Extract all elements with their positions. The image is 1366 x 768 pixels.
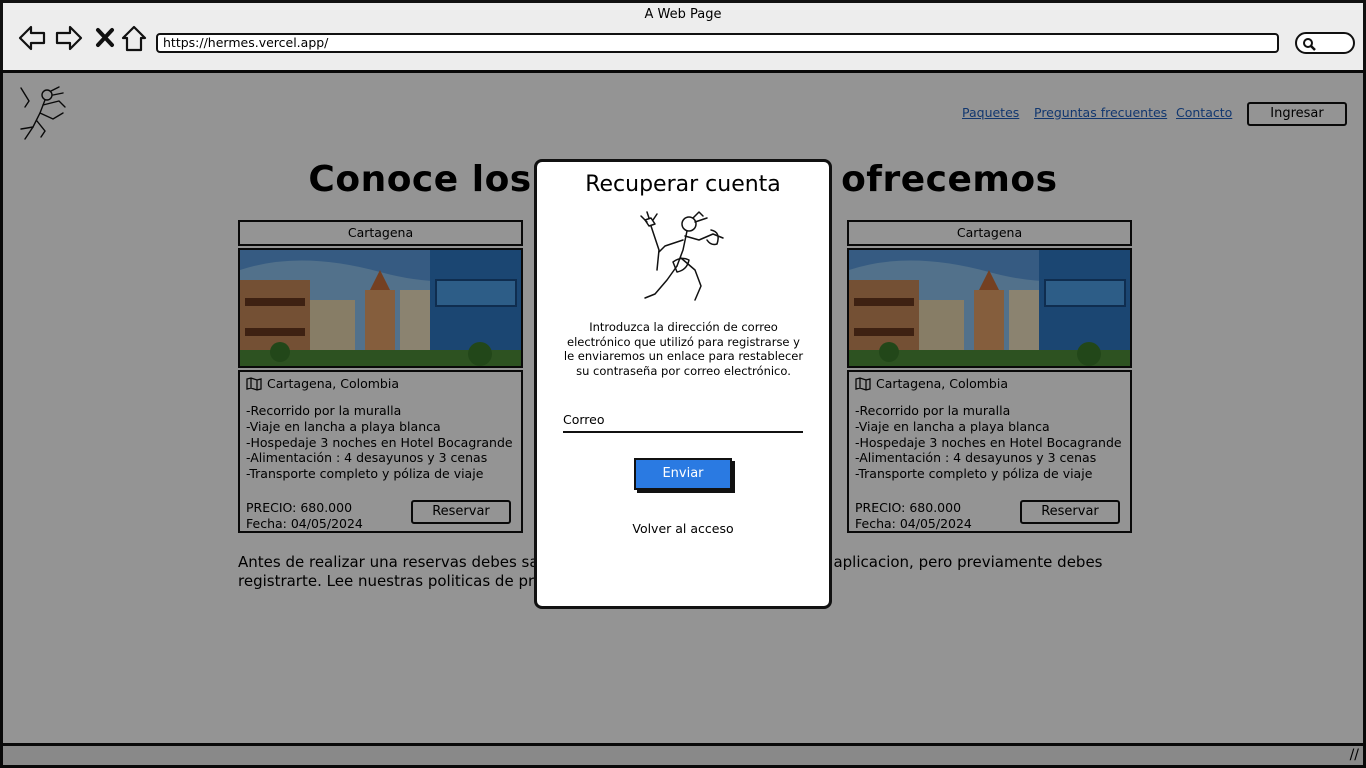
dialog-description: Introduzca la dirección de correo electr… (563, 320, 804, 378)
submit-button[interactable]: Enviar (634, 458, 732, 490)
address-bar[interactable]: https://hermes.vercel.app/ (156, 33, 1279, 53)
forward-icon[interactable] (54, 23, 84, 53)
close-icon[interactable] (91, 23, 121, 53)
search-icon (1303, 38, 1316, 51)
dialog-title: Recuperar cuenta (585, 172, 781, 197)
email-field-label: Correo (563, 412, 605, 427)
hermes-logo (640, 211, 724, 301)
back-icon[interactable] (17, 23, 47, 53)
home-icon[interactable] (119, 23, 149, 53)
search-field[interactable] (1295, 32, 1355, 54)
browser-toolbar: A Web Page https://hermes.vercel.app/ (3, 3, 1363, 73)
email-field[interactable] (563, 431, 803, 433)
back-to-login-link[interactable]: Volver al acceso (537, 521, 829, 536)
recover-account-dialog: Recuperar cuenta Introduzca la dirección… (534, 159, 832, 609)
window-title: A Web Page (644, 7, 722, 22)
